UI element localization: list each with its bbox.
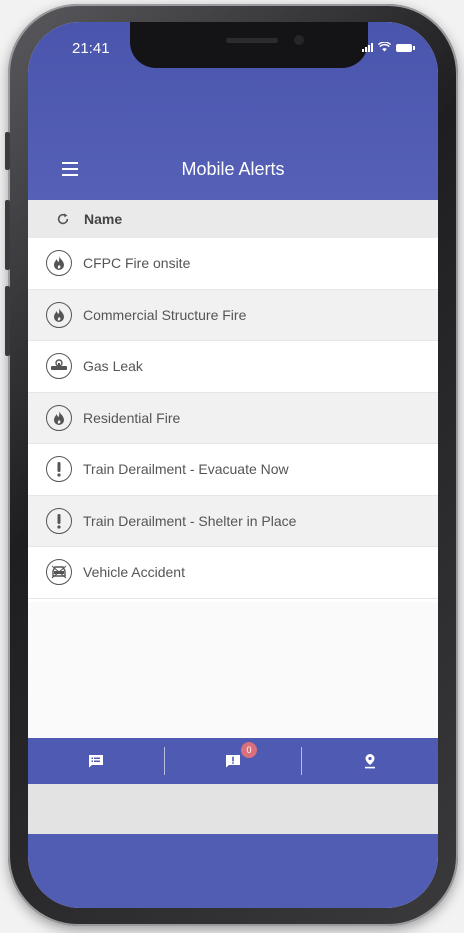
speaker	[226, 38, 278, 43]
page-title: Mobile Alerts	[181, 159, 285, 179]
fire-icon	[46, 301, 72, 328]
list-item[interactable]: Gas Leak	[28, 341, 438, 393]
list-header: Name	[28, 200, 438, 238]
vehicle-accident-icon	[46, 559, 72, 586]
list-item[interactable]: Commercial Structure Fire	[28, 289, 438, 341]
signal-icon	[362, 42, 373, 52]
status-icons	[362, 42, 415, 52]
alerts-tab[interactable]: 0	[165, 738, 301, 784]
alert-icon	[226, 755, 240, 768]
messages-tab[interactable]	[28, 738, 164, 784]
alerts-count-badge: 0	[241, 742, 257, 758]
screen: 21:41 Mobile Alerts Name CFPC Fire onsit…	[28, 22, 438, 908]
list-item[interactable]: Train Derailment - Evacuate Now	[28, 444, 438, 496]
list-item[interactable]: Residential Fire	[28, 392, 438, 444]
message-list-icon	[89, 755, 103, 768]
list-item[interactable]: Vehicle Accident	[28, 547, 438, 599]
list-item-label: Gas Leak	[83, 358, 143, 375]
location-pin-icon	[365, 754, 375, 769]
location-tab[interactable]	[302, 738, 438, 784]
list-item-label: Commercial Structure Fire	[83, 306, 247, 323]
bottom-bar	[28, 834, 438, 908]
list-item-label: Train Derailment - Evacuate Now	[83, 461, 289, 478]
list-item-label: CFPC Fire onsite	[83, 255, 191, 272]
volume-up-button	[5, 200, 10, 270]
list-item[interactable]: CFPC Fire onsite	[28, 238, 438, 290]
column-header-name[interactable]: Name	[84, 211, 122, 227]
volume-down-button	[5, 286, 10, 356]
list-item-label: Residential Fire	[83, 409, 181, 426]
front-camera	[294, 35, 304, 45]
gas-leak-icon	[46, 353, 72, 380]
exclamation-icon	[46, 507, 72, 534]
list-item[interactable]: Train Derailment - Shelter in Place	[28, 495, 438, 547]
alerts-list: CFPC Fire onsite Commercial Structure Fi…	[28, 238, 438, 599]
battery-icon	[396, 44, 415, 52]
fire-icon	[46, 404, 72, 431]
content-band	[28, 784, 438, 834]
refresh-icon[interactable]	[56, 212, 70, 226]
fire-icon	[46, 250, 72, 277]
wifi-icon	[378, 42, 391, 52]
app-header: 21:41 Mobile Alerts	[28, 22, 438, 200]
phone-frame: 21:41 Mobile Alerts Name CFPC Fire onsit…	[5, 4, 458, 926]
bottom-tab-bar: 0	[28, 738, 438, 784]
status-time: 21:41	[72, 40, 110, 57]
list-empty-area	[28, 602, 438, 738]
notch	[130, 22, 368, 68]
list-item-label: Train Derailment - Shelter in Place	[83, 512, 297, 529]
list-item-label: Vehicle Accident	[83, 564, 185, 581]
mute-switch	[5, 132, 10, 170]
exclamation-icon	[46, 456, 72, 483]
